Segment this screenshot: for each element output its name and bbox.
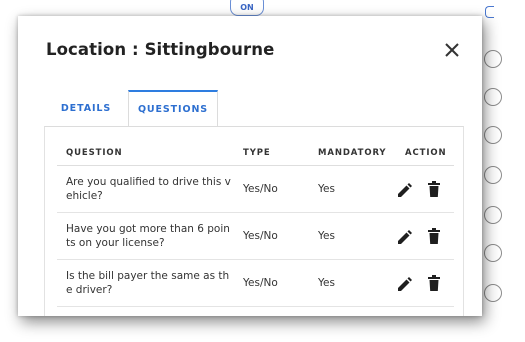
background-radio	[484, 244, 502, 262]
pencil-icon	[398, 230, 412, 244]
question-mandatory: Yes	[318, 183, 335, 195]
tab-questions[interactable]: QUESTIONS	[128, 90, 218, 126]
column-header-type: TYPE	[243, 148, 271, 158]
delete-button[interactable]	[426, 180, 442, 198]
background-radio	[484, 166, 502, 184]
trash-icon	[428, 181, 440, 197]
question-type: Yes/No	[243, 230, 278, 242]
question-mandatory: Yes	[318, 230, 335, 242]
column-header-mandatory: MANDATORY	[318, 148, 387, 158]
trash-icon	[428, 275, 440, 291]
table-row: Are you qualified to drive this vehicle?…	[57, 166, 454, 213]
delete-button[interactable]	[426, 274, 442, 292]
screen: ON Location : Sittingbourne DETAILS QUES…	[0, 0, 525, 342]
questions-panel: QUESTION TYPE MANDATORY ACTION Are you q…	[44, 126, 464, 316]
location-modal: Location : Sittingbourne DETAILS QUESTIO…	[18, 16, 482, 316]
background-edge-element	[485, 6, 494, 18]
trash-icon	[428, 228, 440, 244]
background-radio	[484, 50, 502, 68]
column-header-action: ACTION	[405, 148, 447, 158]
questions-table: QUESTION TYPE MANDATORY ACTION Are you q…	[57, 143, 454, 307]
edit-button[interactable]	[396, 180, 412, 198]
background-toggle-pill: ON	[230, 0, 264, 16]
question-mandatory: Yes	[318, 277, 335, 289]
question-text: Are you qualified to drive this vehicle?	[66, 176, 231, 202]
background-radio	[484, 284, 502, 302]
column-header-question: QUESTION	[66, 148, 123, 158]
table-row: Is the bill payer the same as the driver…	[57, 260, 454, 307]
question-type: Yes/No	[243, 277, 278, 289]
close-button[interactable]	[442, 40, 462, 60]
question-type: Yes/No	[243, 183, 278, 195]
table-header: QUESTION TYPE MANDATORY ACTION	[57, 143, 454, 166]
edit-button[interactable]	[396, 274, 412, 292]
background-radio	[484, 126, 502, 144]
close-icon	[445, 43, 459, 57]
pencil-icon	[398, 183, 412, 197]
pencil-icon	[398, 277, 412, 291]
background-radio	[484, 206, 502, 224]
table-row: Have you got more than 6 points on your …	[57, 213, 454, 260]
modal-title: Location : Sittingbourne	[46, 40, 275, 59]
question-text: Is the bill payer the same as the driver…	[66, 270, 230, 296]
edit-button[interactable]	[396, 227, 412, 245]
background-radio	[484, 88, 502, 106]
delete-button[interactable]	[426, 227, 442, 245]
tab-details[interactable]: DETAILS	[44, 90, 128, 126]
question-text: Have you got more than 6 points on your …	[66, 223, 230, 249]
